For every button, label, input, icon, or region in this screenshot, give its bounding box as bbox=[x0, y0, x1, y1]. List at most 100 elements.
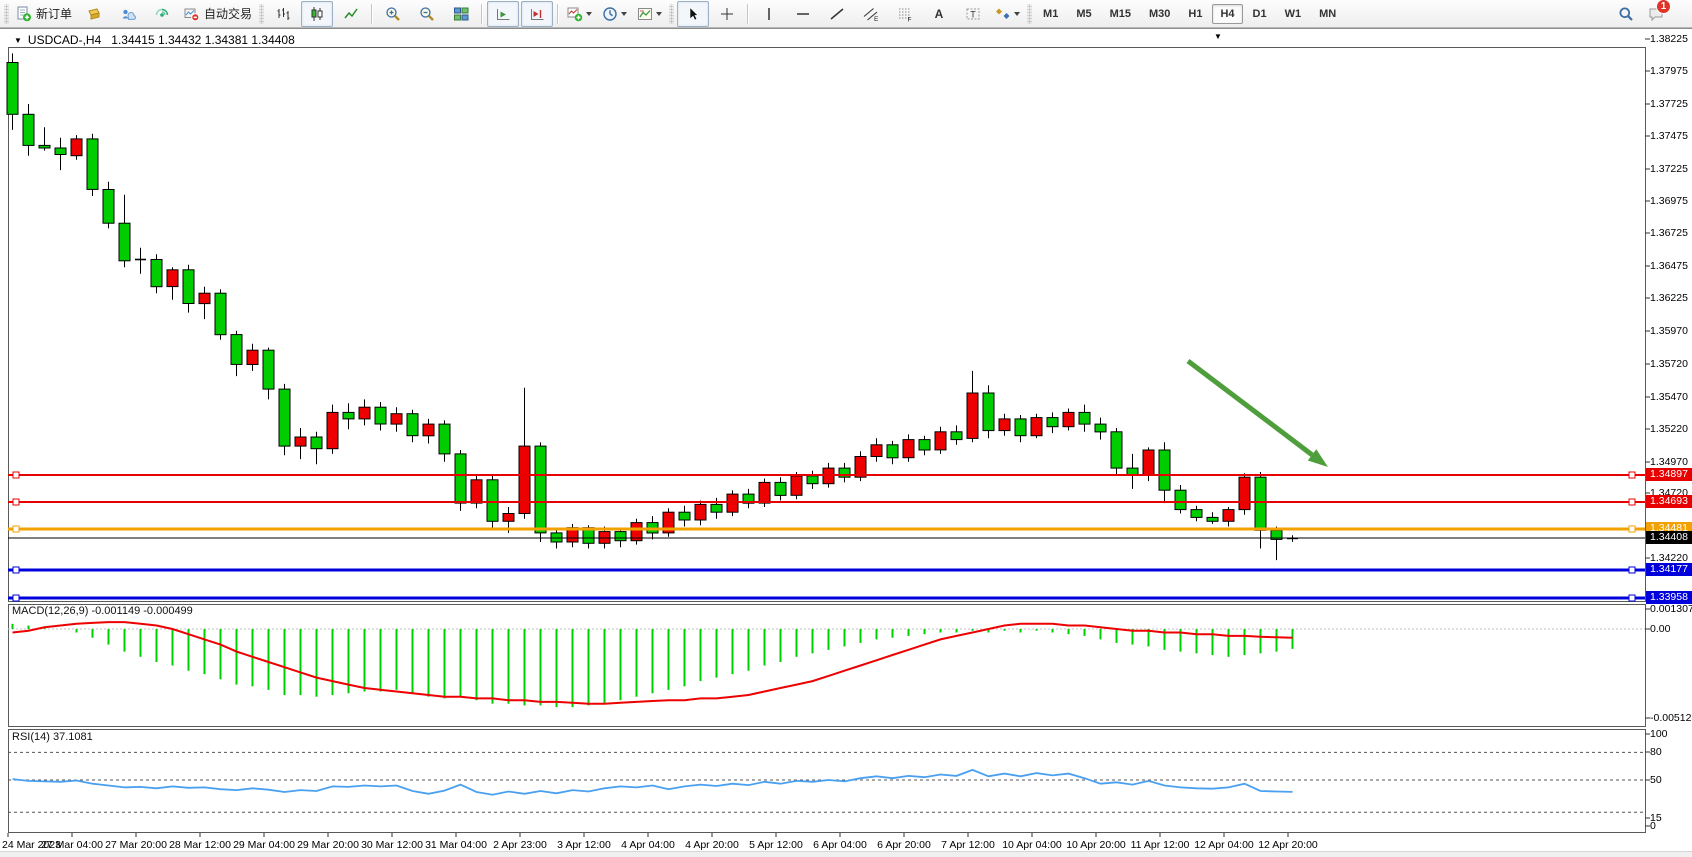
zoom-in-icon bbox=[385, 6, 401, 22]
chart-canvas[interactable] bbox=[0, 29, 1692, 856]
rsi-indicator-label: RSI(14) 37.1081 bbox=[12, 731, 93, 743]
arrows-icon bbox=[995, 6, 1011, 22]
chevron-down-icon[interactable] bbox=[1014, 12, 1020, 16]
timeframe-w1-button[interactable]: W1 bbox=[1277, 4, 1310, 24]
line-handle[interactable] bbox=[1629, 567, 1635, 573]
zoom-in-button[interactable] bbox=[377, 1, 409, 27]
fibonacci-button[interactable]: F bbox=[889, 1, 921, 27]
chevron-down-icon[interactable] bbox=[656, 12, 662, 16]
templates-button[interactable] bbox=[633, 1, 666, 27]
chart-shift-marker[interactable]: ▼ bbox=[1214, 32, 1222, 41]
time-axis-label: 29 Mar 04:00 bbox=[233, 839, 295, 851]
macd-axis-tick: 0.001307 bbox=[1650, 603, 1692, 616]
toolbar-grip[interactable] bbox=[259, 4, 264, 24]
window-bottom-edge bbox=[0, 851, 1692, 857]
chat-button[interactable]: 1 bbox=[1644, 1, 1683, 27]
time-axis-label: 10 Apr 04:00 bbox=[1002, 839, 1062, 851]
timeframe-m30-button[interactable]: M30 bbox=[1141, 4, 1178, 24]
line-handle[interactable] bbox=[13, 526, 19, 532]
vertical-line-button[interactable] bbox=[753, 1, 785, 27]
chart-menu-triangle[interactable]: ▼ bbox=[14, 36, 22, 45]
crosshair-button[interactable] bbox=[711, 1, 743, 27]
line-handle[interactable] bbox=[1629, 595, 1635, 601]
price-axis-tick: 1.37475 bbox=[1650, 130, 1688, 143]
new-order-icon bbox=[16, 6, 32, 22]
timeframe-m1-button[interactable]: M1 bbox=[1035, 4, 1066, 24]
toolbar-separator bbox=[557, 4, 559, 24]
chart-title-bar: ▼ USDCAD-,H4 1.34415 1.34432 1.34381 1.3… bbox=[14, 33, 295, 47]
chart-window[interactable]: ▼ USDCAD-,H4 1.34415 1.34432 1.34381 1.3… bbox=[0, 28, 1692, 856]
autotrading-button[interactable]: 自动交易 bbox=[180, 1, 256, 27]
price-axis-tick: 1.37975 bbox=[1650, 65, 1688, 78]
pane-frame bbox=[9, 605, 1646, 727]
zoom-out-button[interactable] bbox=[411, 1, 443, 27]
signals-button[interactable] bbox=[146, 1, 178, 27]
trendline-button[interactable] bbox=[821, 1, 853, 27]
line-handle[interactable] bbox=[13, 472, 19, 478]
equidistant-channel-button[interactable]: E bbox=[855, 1, 887, 27]
line-handle[interactable] bbox=[13, 567, 19, 573]
candlestick-chart-button[interactable] bbox=[301, 1, 333, 27]
price-axis-tick: 1.36475 bbox=[1650, 260, 1688, 273]
time-axis-label: 4 Apr 04:00 bbox=[621, 839, 675, 851]
line-handle[interactable] bbox=[1629, 499, 1635, 505]
toolbar-grip[interactable] bbox=[4, 4, 9, 24]
timeframe-h1-button[interactable]: H1 bbox=[1180, 4, 1210, 24]
cursor-button[interactable] bbox=[677, 1, 709, 27]
rsi-axis-tick: 0 bbox=[1650, 820, 1656, 833]
crosshair-icon bbox=[719, 6, 735, 22]
indicators-button[interactable] bbox=[563, 1, 596, 27]
line-handle[interactable] bbox=[13, 499, 19, 505]
text-label-icon: T bbox=[965, 6, 981, 22]
chevron-down-icon[interactable] bbox=[621, 12, 627, 16]
chart-profile-button[interactable] bbox=[78, 1, 110, 27]
chevron-down-icon[interactable] bbox=[586, 12, 592, 16]
toolbar-grip[interactable] bbox=[669, 4, 674, 24]
text-button[interactable]: A bbox=[923, 1, 955, 27]
zoom-out-icon bbox=[419, 6, 435, 22]
equidistant-channel-icon: E bbox=[863, 6, 879, 22]
price-tag-1.34177: 1.34177 bbox=[1646, 563, 1692, 576]
timeframe-m5-button[interactable]: M5 bbox=[1068, 4, 1099, 24]
chart-symbol-period: USDCAD-,H4 bbox=[28, 33, 101, 47]
templates-icon bbox=[637, 6, 653, 22]
line-handle[interactable] bbox=[13, 595, 19, 601]
cursor-icon bbox=[685, 6, 701, 22]
price-axis-tick: 1.36975 bbox=[1650, 195, 1688, 208]
autotrading-button-label: 自动交易 bbox=[204, 5, 252, 22]
new-order-button-label: 新订单 bbox=[36, 5, 72, 22]
toolbar-grip[interactable] bbox=[1027, 4, 1032, 24]
svg-text:T: T bbox=[970, 9, 976, 19]
horizontal-line-button[interactable] bbox=[787, 1, 819, 27]
svg-text:E: E bbox=[874, 16, 879, 22]
time-axis-label: 31 Mar 04:00 bbox=[425, 839, 487, 851]
auto-scroll-button[interactable] bbox=[487, 1, 519, 27]
text-label-button[interactable]: T bbox=[957, 1, 989, 27]
timeframe-h4-button[interactable]: H4 bbox=[1212, 4, 1242, 24]
price-axis-tick: 1.35720 bbox=[1650, 358, 1688, 371]
chart-shift-button[interactable] bbox=[521, 1, 553, 27]
arrows-button[interactable] bbox=[991, 1, 1024, 27]
line-chart-button[interactable] bbox=[335, 1, 367, 27]
price-axis-tick: 1.35220 bbox=[1650, 423, 1688, 436]
new-order-button[interactable]: 新订单 bbox=[12, 1, 76, 27]
time-axis-label: 30 Mar 12:00 bbox=[361, 839, 423, 851]
time-axis-label: 11 Apr 12:00 bbox=[1131, 839, 1190, 851]
periods-button[interactable] bbox=[598, 1, 631, 27]
timeframe-d1-button[interactable]: D1 bbox=[1245, 4, 1275, 24]
tile-windows-button[interactable] bbox=[445, 1, 477, 27]
search-button[interactable] bbox=[1610, 1, 1642, 27]
bar-chart-button[interactable] bbox=[267, 1, 299, 27]
timeframe-m15-button[interactable]: M15 bbox=[1102, 4, 1139, 24]
price-axis-tick: 1.35970 bbox=[1650, 325, 1688, 338]
mql5-community-button[interactable] bbox=[112, 1, 144, 27]
time-axis-label: 10 Apr 20:00 bbox=[1066, 839, 1126, 851]
line-handle[interactable] bbox=[1629, 472, 1635, 478]
timeframe-mn-button[interactable]: MN bbox=[1311, 4, 1344, 24]
line-handle[interactable] bbox=[1629, 526, 1635, 532]
chart-window-icon bbox=[86, 6, 102, 22]
current-price-tag: 1.34408 bbox=[1646, 531, 1692, 544]
time-axis-label: 2 Apr 23:00 bbox=[493, 839, 547, 851]
time-axis-label: 6 Apr 20:00 bbox=[877, 839, 931, 851]
vertical-line-icon bbox=[761, 6, 777, 22]
